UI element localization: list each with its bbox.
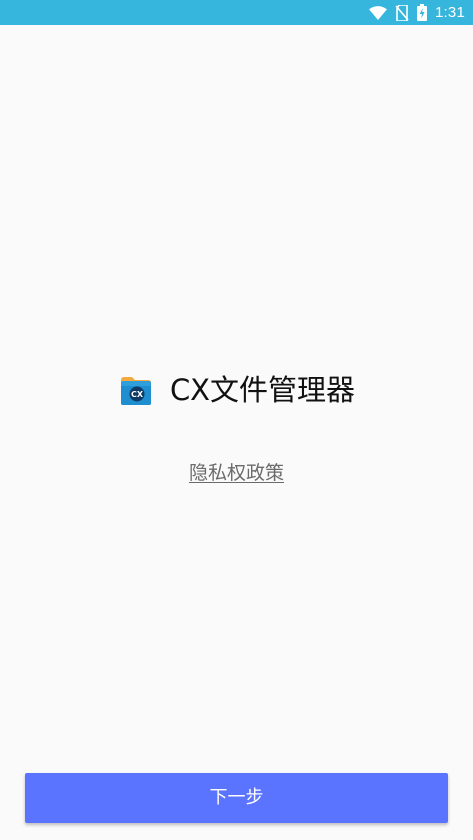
cx-folder-icon-text: CX (131, 390, 144, 399)
status-bar: 1:31 (0, 0, 473, 25)
next-button[interactable]: 下一步 (25, 773, 448, 823)
app-brand: CX CX文件管理器 (0, 368, 473, 412)
no-sim-icon (395, 4, 409, 21)
welcome-screen: 1:31 CX CX文件管理器 隐私权政策 下一步 (0, 0, 473, 840)
status-icons: 1:31 (369, 0, 465, 25)
privacy-policy-link[interactable]: 隐私权政策 (0, 461, 473, 485)
app-name: CX文件管理器 (169, 373, 356, 407)
wifi-icon (369, 5, 387, 20)
status-time: 1:31 (435, 4, 465, 21)
battery-charging-icon (417, 4, 427, 21)
cx-folder-icon: CX (118, 372, 154, 408)
